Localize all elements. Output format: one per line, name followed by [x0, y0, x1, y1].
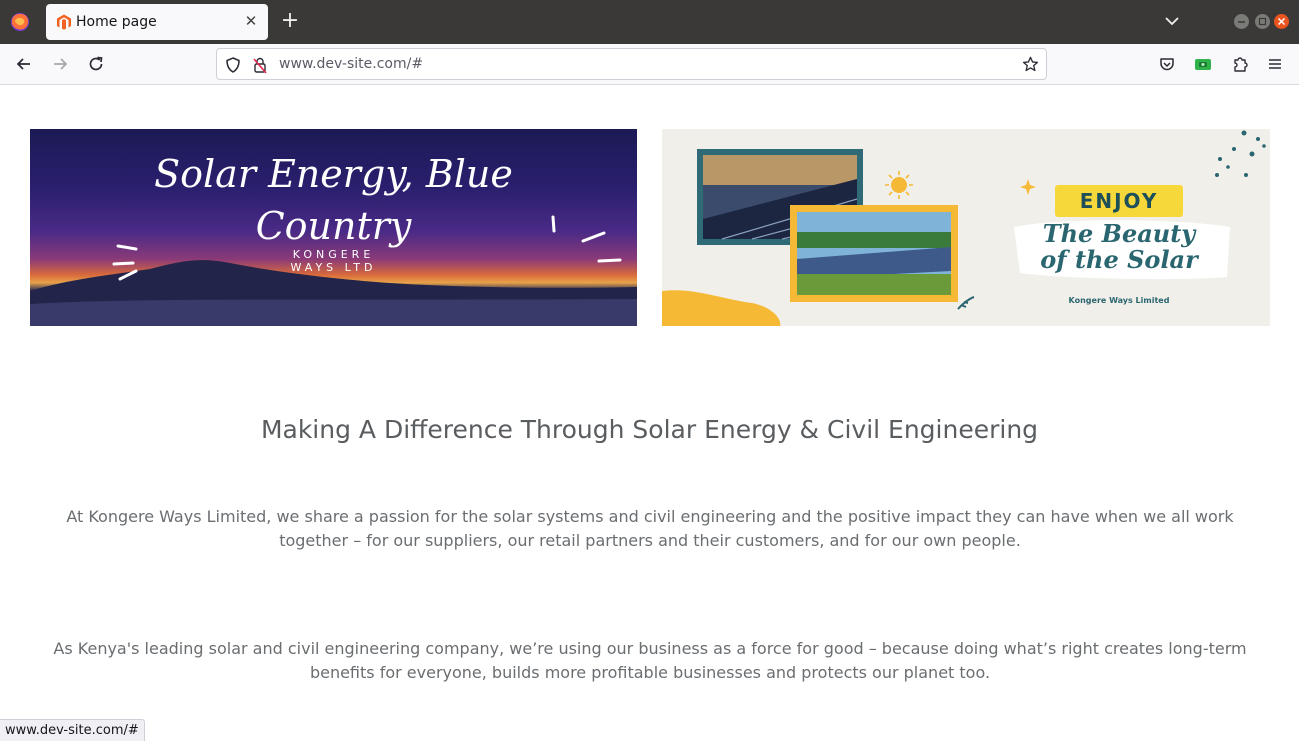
new-tab-button[interactable]: +	[279, 10, 301, 34]
pocket-icon[interactable]	[1157, 54, 1177, 74]
forward-arrow-icon[interactable]	[50, 54, 70, 74]
navigation-toolbar: www.dev-site.com/#	[0, 44, 1299, 85]
chevron-down-icon[interactable]	[1162, 11, 1182, 31]
banner-subtitle-line1: KONGERE	[292, 248, 375, 261]
url-host: www.dev-site.com	[279, 56, 407, 72]
maximize-icon[interactable]	[1255, 14, 1270, 29]
tagline-line1: The Beauty	[1042, 219, 1196, 248]
firefox-logo-icon[interactable]	[9, 11, 31, 33]
magento-favicon-icon	[57, 14, 71, 30]
tab-home-page[interactable]: Home page ✕	[46, 4, 268, 40]
reload-icon[interactable]	[86, 54, 106, 74]
browser-tab-bar: Home page ✕ +	[0, 0, 1299, 44]
hamburger-menu-icon[interactable]	[1265, 54, 1285, 74]
url-text[interactable]: www.dev-site.com/#	[279, 56, 423, 72]
page-heading: Making A Difference Through Solar Energy…	[260, 415, 1039, 444]
intro-paragraph: At Kongere Ways Limited, we share a pass…	[66, 507, 1234, 550]
tab-title: Home page	[76, 14, 157, 30]
banner-company-name: Kongere Ways Limited	[1068, 296, 1170, 305]
enjoy-label: ENJOY	[1055, 185, 1183, 217]
back-arrow-icon[interactable]	[14, 54, 34, 74]
minimize-icon[interactable]	[1234, 14, 1249, 29]
tagline-line2: of the Solar	[1040, 245, 1198, 274]
extension-badge-icon[interactable]	[1193, 54, 1213, 74]
status-bar-url: www.dev-site.com/#	[0, 719, 145, 741]
url-path: /#	[406, 56, 424, 72]
banner-subtitle-line2: WAYS LTD	[290, 261, 377, 274]
tab-close-icon[interactable]: ✕	[242, 12, 260, 30]
shield-icon[interactable]	[224, 56, 242, 74]
extensions-puzzle-icon[interactable]	[1230, 54, 1250, 74]
banner-solar-energy-blue-country[interactable]: Solar Energy, Blue Country KONGERE WAYS …	[30, 129, 637, 326]
banner-title-line2: Country	[255, 204, 412, 248]
mission-paragraph: As Kenya's leading solar and civil engin…	[53, 639, 1247, 682]
bookmark-star-icon[interactable]	[1021, 55, 1040, 74]
url-bar[interactable]: www.dev-site.com/#	[216, 48, 1047, 80]
close-window-icon[interactable]	[1274, 14, 1289, 29]
banner-enjoy-beauty-of-solar[interactable]: ENJOY The Beauty of the Solar Kongere Wa…	[662, 129, 1270, 326]
banner-title-line1: Solar Energy, Blue	[154, 152, 513, 196]
insecure-lock-icon[interactable]	[251, 56, 269, 74]
